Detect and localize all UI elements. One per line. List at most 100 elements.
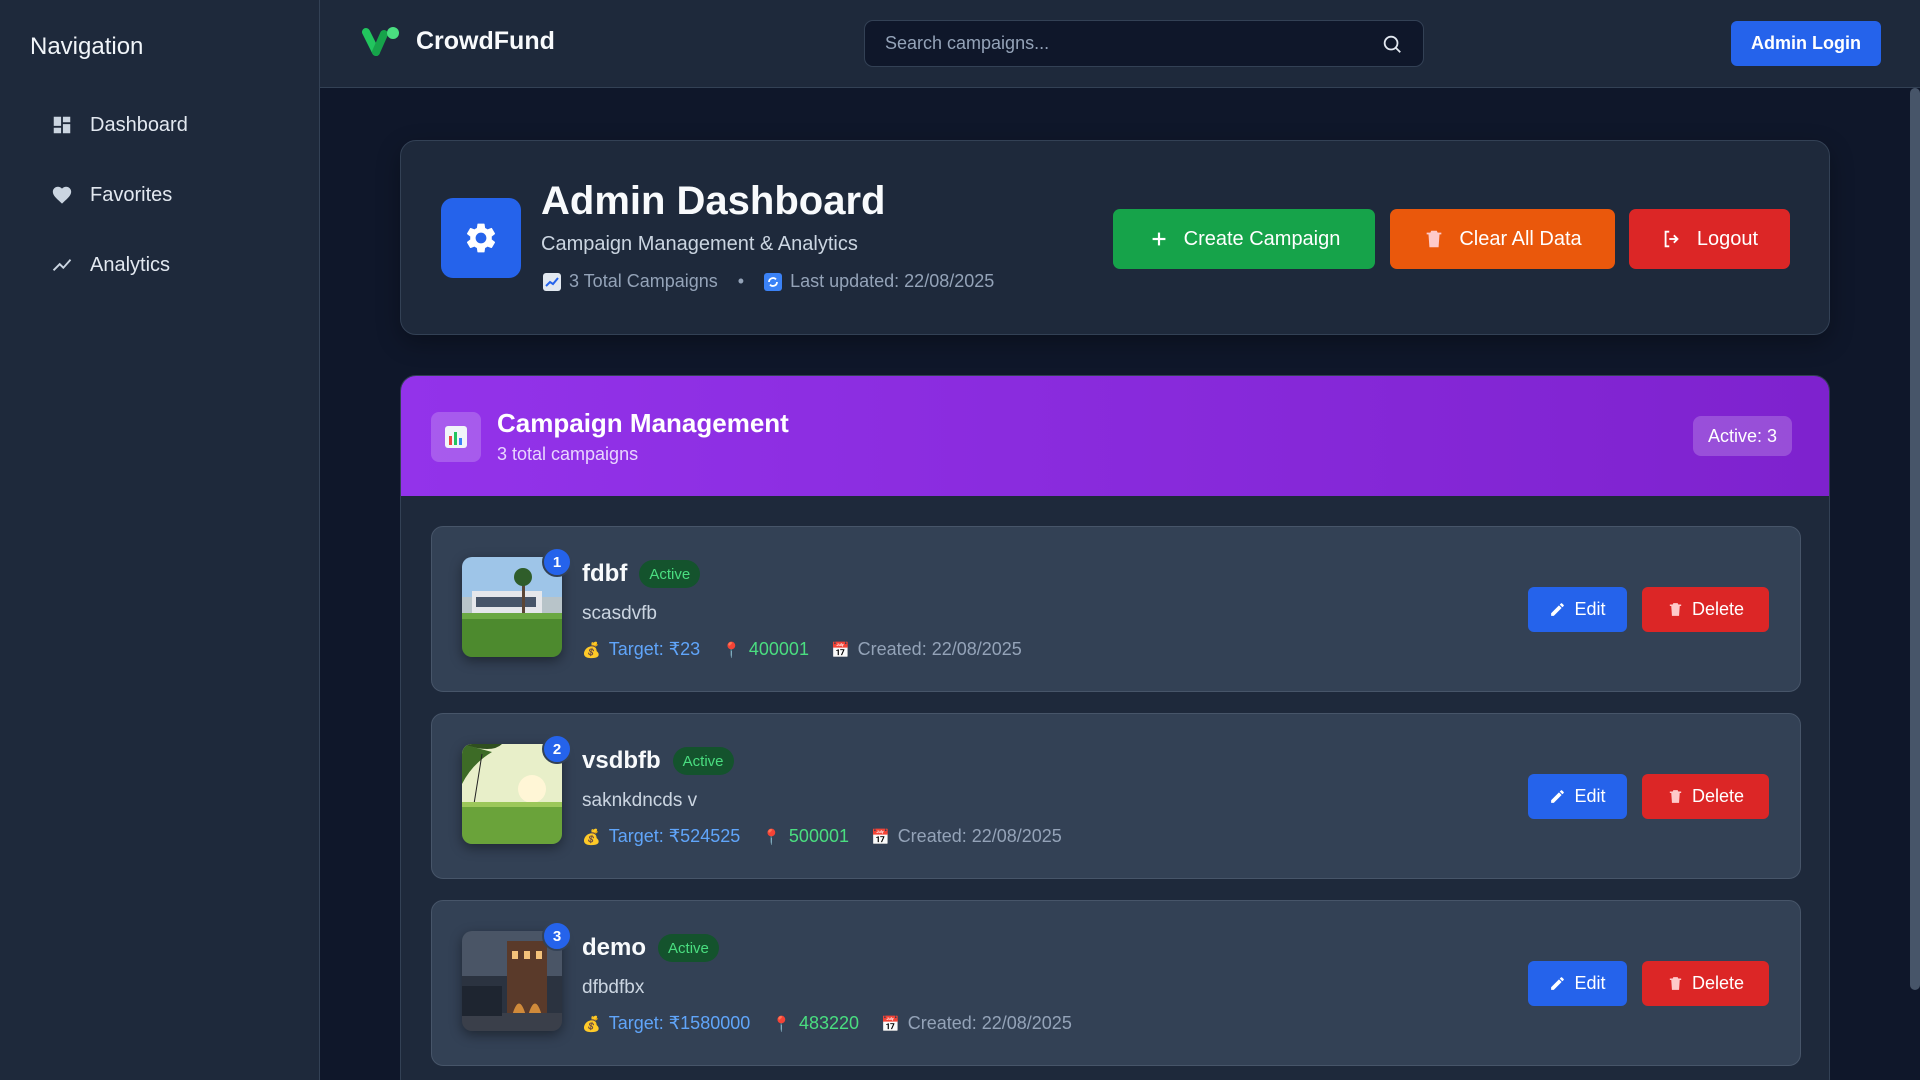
calendar-icon: 📅 bbox=[871, 828, 890, 846]
create-campaign-button[interactable]: Create Campaign bbox=[1113, 209, 1375, 269]
logout-icon bbox=[1661, 228, 1683, 250]
campaign-pincode: 500001 bbox=[788, 826, 849, 846]
gear-icon bbox=[466, 223, 496, 253]
trash-icon bbox=[1423, 228, 1445, 250]
campaign-created: Created: 22/08/2025 bbox=[857, 639, 1022, 659]
top-bar: CrowdFund Admin Login bbox=[320, 0, 1920, 88]
campaign-title-row: fdbf Active bbox=[582, 560, 701, 588]
meta-separator: • bbox=[737, 271, 745, 291]
edit-label: Edit bbox=[1574, 973, 1606, 993]
campaign-name: vsdbfb bbox=[582, 747, 661, 774]
calendar-icon: 📅 bbox=[881, 1015, 900, 1033]
sidebar-item-dashboard[interactable]: Dashboard bbox=[50, 105, 188, 145]
heart-icon bbox=[50, 183, 74, 207]
delete-button[interactable]: Delete bbox=[1642, 961, 1769, 1006]
pin-icon: 📍 bbox=[762, 828, 781, 846]
money-bag-icon: 💰 bbox=[582, 828, 601, 846]
campaign-created: Created: 22/08/2025 bbox=[907, 1013, 1072, 1033]
pin-icon: 📍 bbox=[772, 1015, 791, 1033]
pencil-icon bbox=[1551, 790, 1565, 803]
campaign-description: dfbdfbx bbox=[582, 977, 645, 998]
logout-button[interactable]: Logout bbox=[1629, 209, 1790, 269]
campaign-meta: 💰 Target: ₹524525 📍 500001 📅 Created: 22/08… bbox=[582, 826, 1084, 847]
search-input[interactable] bbox=[885, 33, 1381, 54]
delete-label: Delete bbox=[1691, 786, 1745, 806]
campaign-title-row: vsdbfb Active bbox=[582, 747, 734, 775]
dashboard-icon bbox=[50, 113, 74, 137]
clear-all-data-button[interactable]: Clear All Data bbox=[1390, 209, 1615, 269]
trash-icon bbox=[1669, 977, 1682, 990]
pin-icon: 📍 bbox=[722, 641, 741, 659]
campaign-target: Target: ₹1580000 bbox=[608, 1013, 751, 1033]
campaign-target: Target: ₹23 bbox=[608, 639, 701, 659]
edit-button[interactable]: Edit bbox=[1528, 774, 1627, 819]
campaign-meta: 💰 Target: ₹23 📍 400001 📅 Created: 22/08/202… bbox=[582, 639, 1044, 660]
sidebar-title: Navigation bbox=[30, 33, 144, 60]
status-badge: Active bbox=[672, 747, 734, 775]
sidebar-item-label: Dashboard bbox=[90, 113, 188, 136]
edit-label: Edit bbox=[1574, 786, 1606, 806]
delete-button[interactable]: Delete bbox=[1642, 774, 1769, 819]
campaign-management-subtitle: 3 total campaigns bbox=[497, 444, 639, 464]
active-count-badge: Active: 3 bbox=[1693, 416, 1793, 456]
sidebar-item-label: Favorites bbox=[90, 183, 173, 206]
campaign-management-header: Campaign Management 3 total campaigns Ac… bbox=[401, 376, 1829, 496]
campaign-description: saknkdncds v bbox=[582, 790, 698, 811]
chart-icon bbox=[543, 272, 561, 291]
campaign-created: Created: 22/08/2025 bbox=[897, 826, 1062, 846]
money-bag-icon: 💰 bbox=[582, 641, 601, 659]
status-badge: Active bbox=[658, 934, 719, 962]
campaign-title-row: demo Active bbox=[582, 934, 719, 962]
delete-label: Delete bbox=[1691, 973, 1745, 993]
sidebar-item-favorites[interactable]: Favorites bbox=[50, 175, 172, 215]
edit-button[interactable]: Edit bbox=[1528, 961, 1627, 1006]
campaign-name: demo bbox=[582, 934, 647, 961]
campaign-meta: 💰 Target: ₹1580000 📍 483220 📅 Created: 22/0… bbox=[582, 1013, 1094, 1034]
brand-logo-icon bbox=[362, 27, 399, 56]
logout-label: Logout bbox=[1696, 227, 1759, 250]
last-updated: Last updated: 22/08/2025 bbox=[790, 271, 995, 291]
trash-icon bbox=[1669, 603, 1682, 616]
clear-all-data-label: Clear All Data bbox=[1459, 227, 1582, 250]
delete-button[interactable]: Delete bbox=[1642, 587, 1769, 632]
campaign-management-panel: Campaign Management 3 total campaigns Ac… bbox=[400, 375, 1830, 1080]
admin-header-card: Admin Dashboard Campaign Management & An… bbox=[400, 140, 1830, 335]
scrollbar-thumb[interactable] bbox=[1910, 88, 1920, 990]
pencil-icon bbox=[1551, 603, 1565, 616]
brand-name: CrowdFund bbox=[416, 26, 555, 55]
campaign-description: scasdvfb bbox=[582, 603, 657, 624]
campaign-pincode: 400001 bbox=[748, 639, 809, 659]
campaign-name: fdbf bbox=[582, 560, 628, 587]
calendar-icon: 📅 bbox=[830, 641, 850, 659]
total-campaigns: 3 Total Campaigns bbox=[569, 271, 718, 291]
plus-icon bbox=[1148, 228, 1170, 250]
search-bar bbox=[864, 20, 1424, 67]
pencil-icon bbox=[1551, 977, 1565, 990]
create-campaign-label: Create Campaign bbox=[1183, 227, 1341, 250]
trending-icon bbox=[50, 253, 74, 277]
edit-label: Edit bbox=[1574, 599, 1606, 619]
search-icon[interactable] bbox=[1381, 33, 1403, 55]
admin-login-button[interactable]: Admin Login bbox=[1731, 21, 1881, 66]
edit-button[interactable]: Edit bbox=[1528, 587, 1627, 632]
campaign-management-title: Campaign Management bbox=[497, 408, 789, 438]
sidebar-item-analytics[interactable]: Analytics bbox=[50, 245, 170, 285]
sidebar: Navigation Dashboard Favorites Analytics bbox=[0, 0, 320, 1080]
campaign-number-badge: 3 bbox=[542, 921, 572, 951]
status-badge: Active bbox=[639, 560, 701, 588]
campaign-target: Target: ₹524525 bbox=[608, 826, 741, 846]
page-title: Admin Dashboard bbox=[541, 179, 886, 223]
page-subtitle: Campaign Management & Analytics bbox=[541, 233, 858, 255]
campaign-card: 2 vsdbfb Active saknkdncds v 💰 Target: ₹5… bbox=[431, 713, 1801, 879]
campaign-pincode: 483220 bbox=[798, 1013, 860, 1033]
campaign-number-badge: 2 bbox=[542, 734, 572, 764]
bar-chart-icon bbox=[431, 412, 481, 462]
brand[interactable]: CrowdFund bbox=[362, 24, 555, 58]
sidebar-item-label: Analytics bbox=[90, 253, 171, 276]
settings-badge bbox=[441, 198, 521, 278]
campaign-card: 3 demo Active dfbdfbx 💰 Target: ₹1580000 … bbox=[431, 900, 1801, 1066]
refresh-icon bbox=[764, 272, 783, 291]
money-bag-icon: 💰 bbox=[582, 1015, 601, 1033]
delete-label: Delete bbox=[1691, 599, 1745, 619]
trash-icon bbox=[1669, 790, 1682, 803]
